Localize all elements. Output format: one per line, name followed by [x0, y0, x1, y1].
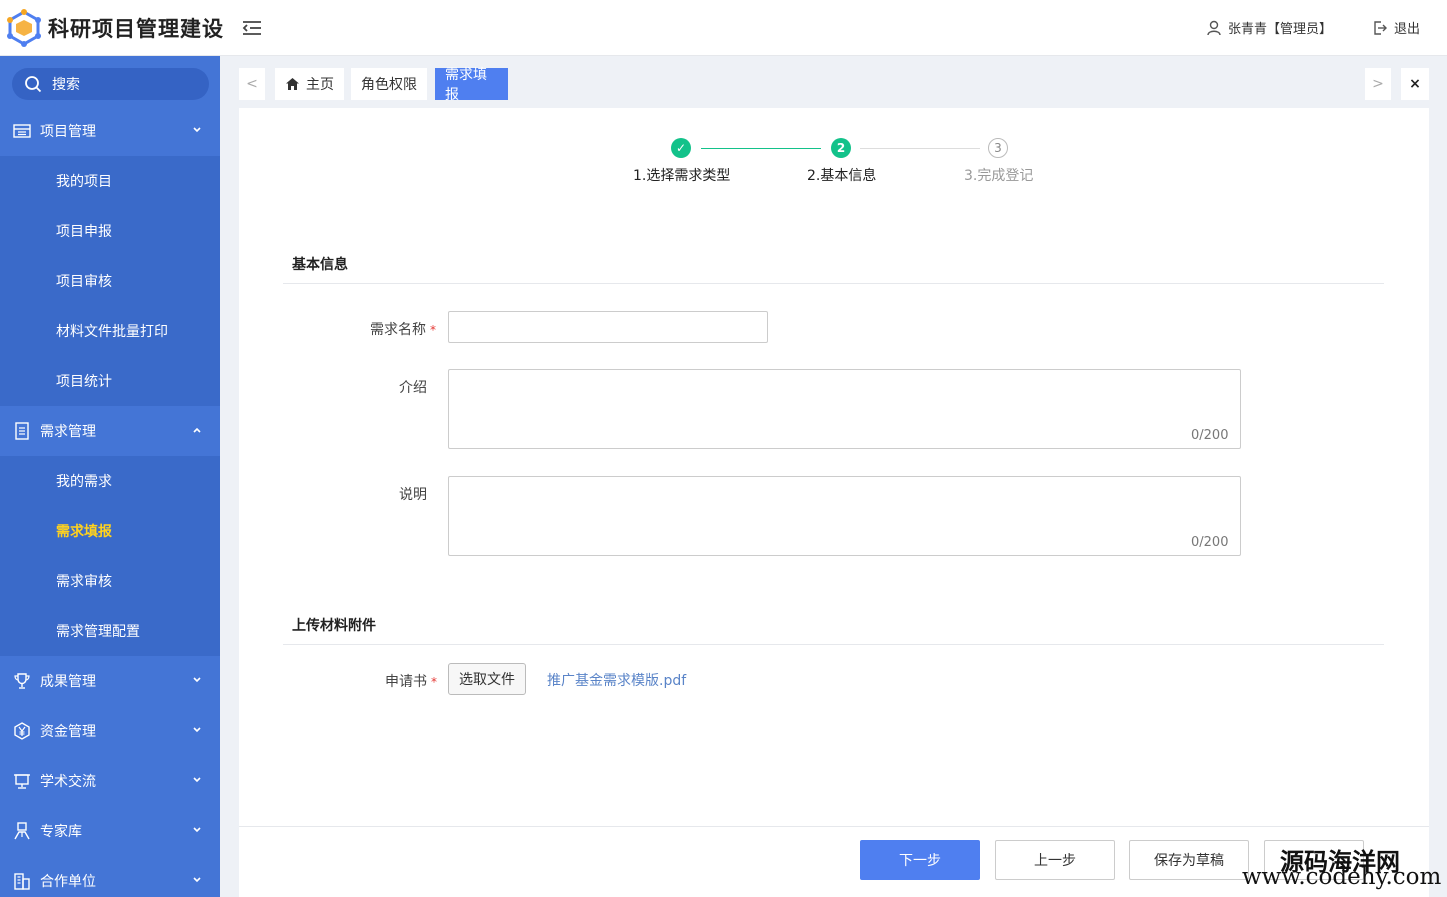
- next-step-button[interactable]: 下一步: [860, 840, 980, 880]
- step-connector: [701, 148, 821, 149]
- chevron-up-icon: [193, 427, 201, 433]
- tab-role-permission[interactable]: 角色权限: [351, 68, 427, 100]
- home-icon: [286, 78, 299, 90]
- chevron-down-icon: [193, 877, 201, 883]
- sidebar-group-label: 需求管理: [40, 424, 96, 440]
- sidebar-group-partners[interactable]: 合作单位: [0, 856, 220, 897]
- sidebar-group-funds[interactable]: 资金管理: [0, 706, 220, 756]
- sidebar-group-label: 项目管理: [40, 124, 96, 140]
- search-label: 搜索: [52, 77, 80, 93]
- expert-icon: [12, 821, 32, 841]
- sidebar-group-demand[interactable]: 需求管理: [0, 406, 220, 456]
- submenu-project: 我的项目 项目申报 项目审核 材料文件批量打印 项目统计: [0, 156, 220, 406]
- description-char-counter: 0/200: [1191, 535, 1229, 550]
- tabs-scroll-right-button[interactable]: >: [1365, 68, 1391, 100]
- sidebar-item-project-stats[interactable]: 项目统计: [0, 356, 220, 406]
- yen-icon: [12, 721, 32, 741]
- section-title-upload: 上传材料附件: [292, 618, 376, 634]
- user-name: 张青青【管理员】: [1228, 22, 1333, 37]
- sidebar-group-academic[interactable]: 学术交流: [0, 756, 220, 806]
- sidebar-item-batch-print[interactable]: 材料文件批量打印: [0, 306, 220, 356]
- step-connector: [860, 148, 980, 149]
- step-1-label: 1.选择需求类型: [633, 168, 731, 184]
- top-header: 科研项目管理建设 张青青【管理员】 退出: [0, 0, 1447, 56]
- menu-collapse-icon[interactable]: [241, 19, 263, 37]
- sidebar-group-label: 专家库: [40, 824, 82, 840]
- sidebar-group-label: 资金管理: [40, 724, 96, 740]
- chevron-down-icon: [193, 777, 201, 783]
- watermark-url: www.codehy.com: [1242, 864, 1442, 890]
- choose-file-button[interactable]: 选取文件: [448, 663, 526, 695]
- description-textarea[interactable]: [448, 476, 1241, 556]
- logout-label: 退出: [1394, 22, 1421, 37]
- chevron-down-icon: [193, 677, 201, 683]
- trophy-icon: [12, 671, 32, 691]
- template-file-link[interactable]: 推广基金需求模版.pdf: [547, 670, 686, 690]
- sidebar-group-label: 学术交流: [40, 774, 96, 790]
- required-mark: *: [430, 323, 436, 337]
- prev-step-button[interactable]: 上一步: [995, 840, 1115, 880]
- presentation-icon: [12, 771, 32, 791]
- sidebar-group-label: 合作单位: [40, 874, 96, 890]
- field-label-application: 申请书 *: [385, 674, 437, 690]
- sidebar-group-label: 成果管理: [40, 674, 96, 690]
- step-1-check-icon: ✓: [671, 138, 691, 158]
- tab-label: 需求填报: [445, 67, 487, 103]
- logout-button[interactable]: 退出: [1372, 18, 1420, 37]
- user-menu[interactable]: 张青青【管理员】: [1206, 18, 1332, 37]
- field-label-demand-name: 需求名称 *: [370, 322, 436, 338]
- section-divider: [283, 283, 1384, 284]
- tab-label: 主页: [306, 77, 334, 93]
- sidebar-item-project-review[interactable]: 项目审核: [0, 256, 220, 306]
- chevron-down-icon: [193, 827, 201, 833]
- tabs-scroll-left-button[interactable]: <: [239, 68, 265, 100]
- sidebar-group-experts[interactable]: 专家库: [0, 806, 220, 856]
- field-label-description: 说明: [399, 487, 427, 503]
- tab-home[interactable]: 主页: [275, 68, 344, 100]
- logo-icon: [7, 9, 41, 47]
- section-divider: [283, 644, 1384, 645]
- sidebar-item-project-apply[interactable]: 项目申报: [0, 206, 220, 256]
- step-3-marker: 3: [988, 138, 1008, 158]
- folder-icon: [12, 121, 32, 141]
- sidebar-search[interactable]: 搜索: [12, 68, 209, 100]
- sidebar-item-my-demands[interactable]: 我的需求: [0, 456, 220, 506]
- footer-divider: [239, 826, 1429, 827]
- sidebar: 搜索 项目管理 我的项目 项目申报 项目审核 材料文件批量打印 项目统计 需求管…: [0, 56, 220, 897]
- tabs-close-button[interactable]: ×: [1401, 68, 1429, 100]
- intro-textarea[interactable]: [448, 369, 1241, 449]
- sidebar-group-project[interactable]: 项目管理: [0, 106, 220, 156]
- field-label-intro: 介绍: [399, 380, 427, 396]
- logout-icon: [1374, 20, 1387, 35]
- building-icon: [12, 871, 32, 891]
- search-icon: [25, 76, 42, 93]
- submenu-demand: 我的需求 需求填报 需求审核 需求管理配置: [0, 456, 220, 656]
- sidebar-item-my-projects[interactable]: 我的项目: [0, 156, 220, 206]
- sidebar-item-demand-fill[interactable]: 需求填报: [0, 506, 220, 556]
- tab-label: 角色权限: [361, 77, 417, 93]
- sidebar-menu: 项目管理 我的项目 项目申报 项目审核 材料文件批量打印 项目统计 需求管理 我…: [0, 106, 220, 897]
- step-2-marker: 2: [831, 138, 851, 158]
- section-title-basic-info: 基本信息: [292, 257, 348, 273]
- sidebar-item-demand-config[interactable]: 需求管理配置: [0, 606, 220, 656]
- sidebar-group-achievements[interactable]: 成果管理: [0, 656, 220, 706]
- save-draft-button[interactable]: 保存为草稿: [1129, 840, 1249, 880]
- main-panel: ✓ 2 3 1.选择需求类型 2.基本信息 3.完成登记 基本信息 需求名称 * …: [239, 108, 1429, 897]
- step-2-label: 2.基本信息: [807, 168, 877, 184]
- app-title: 科研项目管理建设: [48, 17, 224, 41]
- user-icon: [1207, 20, 1221, 35]
- chevron-down-icon: [193, 727, 201, 733]
- step-3-label: 3.完成登记: [964, 168, 1034, 184]
- document-icon: [12, 421, 32, 441]
- required-mark: *: [431, 675, 437, 689]
- intro-char-counter: 0/200: [1191, 428, 1229, 443]
- chevron-down-icon: [193, 127, 201, 133]
- sidebar-item-demand-review[interactable]: 需求审核: [0, 556, 220, 606]
- demand-name-input[interactable]: [448, 311, 768, 343]
- tab-demand-fill[interactable]: 需求填报: [435, 67, 508, 103]
